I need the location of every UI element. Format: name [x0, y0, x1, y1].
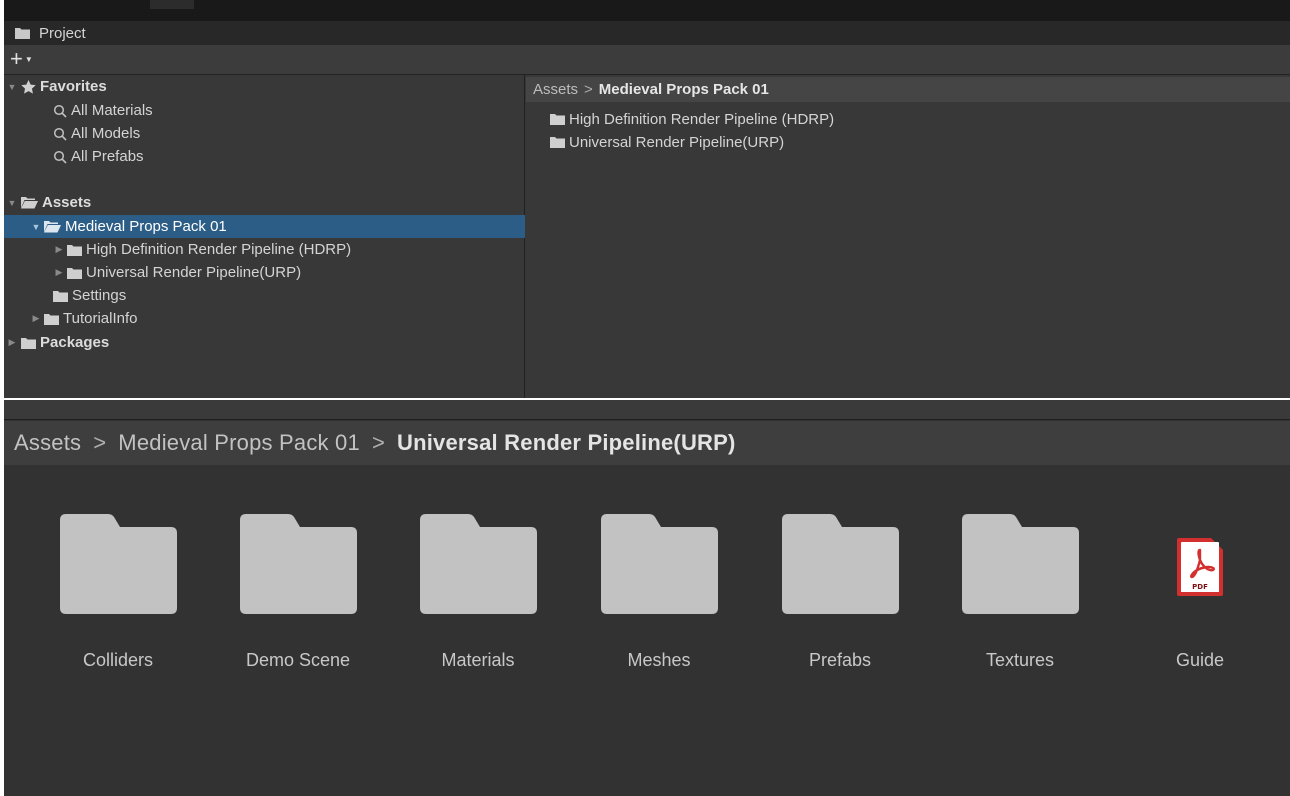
window-titlebar [4, 0, 1290, 21]
folder-icon [420, 514, 537, 614]
grid-item-label: Meshes [627, 650, 691, 670]
breadcrumb-separator: > [371, 430, 385, 455]
favorite-all-models[interactable]: All Models [4, 122, 525, 145]
asset-list-pane: Assets > Medieval Props Pack 01 High Def… [526, 75, 1290, 398]
tree-item-favorites[interactable]: ▼ Favorites [4, 75, 525, 98]
project-window-list-mode: Project + ▼ ▼ Favorites All Materials Al… [4, 0, 1290, 398]
folder-icon [67, 267, 82, 279]
favorite-label: All Materials [71, 102, 153, 119]
tree-item-label: TutorialInfo [63, 310, 138, 327]
breadcrumb: Assets > Medieval Props Pack 01 [526, 77, 1290, 102]
breadcrumb-current[interactable]: Universal Render Pipeline(URP) [397, 430, 736, 456]
search-icon [53, 127, 67, 141]
grid-item-demo-scene[interactable]: Demo Scene [218, 514, 378, 674]
list-item-hdrp[interactable]: High Definition Render Pipeline (HDRP) [550, 108, 834, 130]
favorite-all-materials[interactable]: All Materials [4, 99, 525, 122]
search-icon [53, 150, 67, 164]
favorite-label: All Models [71, 125, 141, 142]
tree-item-medieval-props-pack[interactable]: ▼ Medieval Props Pack 01 [4, 215, 525, 238]
caret-down-icon: ▼ [24, 54, 33, 64]
tree-item-urp[interactable]: ▶ Universal Render Pipeline(URP) [4, 261, 525, 284]
tree-item-hdrp[interactable]: ▶ High Definition Render Pipeline (HDRP) [4, 238, 525, 261]
expand-arrow-icon[interactable]: ▼ [6, 198, 18, 208]
grid-item-prefabs[interactable]: Prefabs [760, 514, 920, 674]
breadcrumb-separator: > [93, 430, 107, 455]
grid-item-label: Colliders [82, 650, 154, 670]
tree-item-label: Favorites [40, 78, 107, 95]
grid-item-label: Textures [985, 650, 1055, 670]
folder-icon [550, 113, 565, 125]
expand-arrow-icon[interactable]: ▶ [6, 337, 18, 348]
folder-icon [60, 514, 177, 614]
search-icon [53, 104, 67, 118]
grid-item-label: Materials [441, 650, 515, 670]
favorite-all-prefabs[interactable]: All Prefabs [4, 145, 525, 168]
toolbar: + ▼ [4, 45, 1290, 75]
plus-icon: + [10, 46, 23, 71]
folder-open-icon [44, 220, 61, 233]
create-dropdown-button[interactable]: + ▼ [10, 48, 40, 70]
tree-item-packages[interactable]: ▶ Packages [4, 331, 525, 354]
folder-icon [240, 514, 357, 614]
folder-icon [44, 313, 59, 325]
tree-item-tutorialinfo[interactable]: ▶ TutorialInfo [4, 307, 525, 330]
grid-item-textures[interactable]: Textures [940, 514, 1100, 674]
breadcrumb-root[interactable]: Assets [533, 81, 578, 98]
folder-tree: ▼ Favorites All Materials All Models All… [4, 75, 525, 398]
favorite-label: All Prefabs [71, 148, 144, 165]
expand-arrow-icon[interactable]: ▶ [30, 313, 42, 324]
list-item-urp[interactable]: Universal Render Pipeline(URP) [550, 131, 784, 153]
folder-icon [53, 290, 68, 302]
tab-project[interactable]: Project [4, 21, 96, 45]
tree-item-assets[interactable]: ▼ Assets [4, 191, 525, 214]
grid-item-label: Demo Scene [245, 650, 351, 670]
folder-icon [550, 136, 565, 148]
folder-open-icon [21, 196, 38, 209]
expand-arrow-icon[interactable]: ▶ [53, 244, 65, 255]
tree-item-label: Packages [40, 334, 110, 351]
tree-item-label: High Definition Render Pipeline (HDRP) [86, 241, 352, 258]
tab-project-label: Project [39, 24, 86, 42]
expand-arrow-icon[interactable]: ▼ [6, 82, 18, 92]
tree-item-label: Settings [72, 287, 127, 304]
breadcrumb-middle[interactable]: Medieval Props Pack 01 [118, 430, 360, 456]
folder-icon [782, 514, 899, 614]
grid-item-materials[interactable]: Materials [398, 514, 558, 674]
list-item-label: High Definition Render Pipeline (HDRP) [569, 110, 835, 128]
tree-item-label: Assets [42, 194, 92, 211]
pdf-icon: PDF [1177, 538, 1223, 596]
grid-item-guide[interactable]: PDF Guide [1120, 514, 1280, 674]
folder-icon [15, 27, 30, 39]
breadcrumb-root[interactable]: Assets [14, 430, 81, 456]
grid-item-colliders[interactable]: Colliders [38, 514, 198, 674]
project-window-grid-mode: Assets > Medieval Props Pack 01 > Univer… [4, 400, 1290, 796]
breadcrumb-current[interactable]: Medieval Props Pack 01 [599, 81, 769, 98]
panel-header-strip [4, 400, 1290, 420]
folder-icon [601, 514, 718, 614]
folder-icon [67, 244, 82, 256]
tree-item-label: Medieval Props Pack 01 [65, 218, 227, 235]
expand-arrow-icon[interactable]: ▼ [30, 222, 42, 232]
breadcrumb-separator: > [584, 81, 593, 98]
star-icon [21, 79, 36, 94]
tree-item-settings[interactable]: Settings [4, 284, 525, 307]
folder-icon [962, 514, 1079, 614]
folder-icon [21, 337, 36, 349]
grid-item-label: Prefabs [808, 650, 872, 670]
breadcrumb-large: Assets > Medieval Props Pack 01 > Univer… [4, 421, 1290, 465]
svg-text:PDF: PDF [1192, 583, 1208, 591]
grid-item-meshes[interactable]: Meshes [579, 514, 739, 674]
list-item-label: Universal Render Pipeline(URP) [569, 133, 785, 151]
tab-bar: Project [4, 21, 1290, 45]
grid-item-label: Guide [1175, 650, 1225, 670]
tab-strip-fragment [150, 0, 194, 9]
expand-arrow-icon[interactable]: ▶ [53, 267, 65, 278]
tree-item-label: Universal Render Pipeline(URP) [86, 264, 302, 281]
